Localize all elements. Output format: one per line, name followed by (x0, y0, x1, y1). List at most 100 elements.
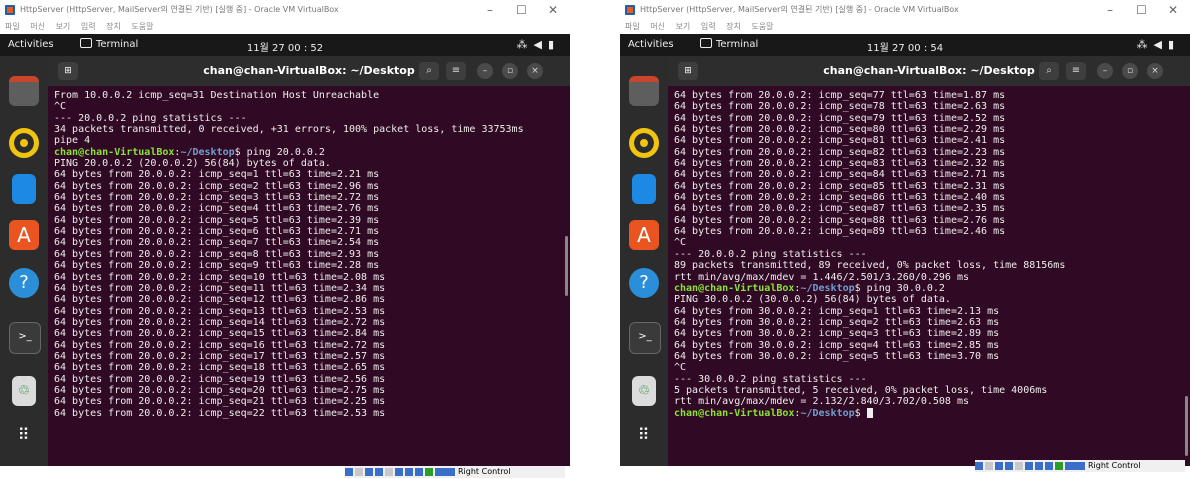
app-center-icon[interactable]: A (629, 220, 659, 250)
app-center-icon[interactable]: A (9, 220, 39, 250)
minimize-button[interactable]: – (1107, 0, 1113, 20)
terminal-line: 64 bytes from 20.0.0.2: icmp_seq=86 ttl=… (674, 192, 1006, 204)
minimize-icon[interactable]: – (1097, 63, 1113, 79)
search-icon[interactable]: ⌕ (419, 62, 439, 80)
close-icon[interactable]: × (1147, 63, 1163, 79)
terminal-line: 64 bytes from 20.0.0.2: icmp_seq=6 ttl=6… (54, 226, 380, 238)
terminal-line: 64 bytes from 20.0.0.2: icmp_seq=22 ttl=… (54, 407, 386, 419)
menu-help[interactable]: 도움말 (751, 22, 773, 31)
clock[interactable]: 11월 27 00 : 54 (620, 39, 1190, 54)
terminal-line: 64 bytes from 20.0.0.2: icmp_seq=13 ttl=… (54, 305, 386, 317)
menu-devices[interactable]: 장치 (726, 22, 741, 31)
trash-icon[interactable]: ♲ (12, 376, 36, 406)
terminal-line: From 10.0.0.2 icmp_seq=31 Destination Ho… (54, 90, 380, 101)
writer-icon[interactable] (12, 174, 36, 204)
terminal-line: 64 bytes from 20.0.0.2: icmp_seq=85 ttl=… (674, 180, 1006, 192)
ubuntu-top-bar: Activities Terminal 11월 27 00 : 54 ⁂◀▮ (620, 34, 1190, 56)
terminal-line: 89 packets transmitted, 89 received, 0% … (674, 260, 1066, 272)
help-icon[interactable]: ? (9, 268, 39, 298)
terminal-line: 64 bytes from 20.0.0.2: icmp_seq=19 ttl=… (54, 373, 386, 385)
terminal-output[interactable]: 64 bytes from 20.0.0.2: icmp_seq=77 ttl=… (674, 90, 1180, 466)
system-tray[interactable]: ⁂◀▮ (1136, 38, 1180, 51)
terminal-line: 64 bytes from 20.0.0.2: icmp_seq=18 ttl=… (54, 362, 386, 374)
terminal-line: PING 30.0.0.2 (30.0.0.2) 56(84) bytes of… (674, 294, 951, 306)
terminal-line: 64 bytes from 20.0.0.2: icmp_seq=4 ttl=6… (54, 203, 380, 215)
terminal-line: 64 bytes from 20.0.0.2: icmp_seq=9 ttl=6… (54, 260, 380, 272)
terminal-line: 64 bytes from 20.0.0.2: icmp_seq=78 ttl=… (674, 101, 1006, 113)
menu-input[interactable]: 입력 (701, 22, 716, 31)
terminal-output[interactable]: From 10.0.0.2 icmp_seq=31 Destination Ho… (54, 90, 560, 466)
rhythmbox-icon[interactable] (9, 128, 39, 158)
host-key-label: Right Control (458, 467, 511, 476)
menu-machine[interactable]: 머신 (30, 22, 45, 31)
maximize-button[interactable]: ☐ (1136, 0, 1147, 20)
virtualbox-window-left: HttpServer (HttpServer, MailServer의 연결된 … (0, 0, 570, 466)
terminal-line: pipe 4 (54, 135, 91, 147)
system-tray[interactable]: ⁂◀▮ (516, 38, 560, 51)
vb-menubar: 파일 머신 보기 입력 장치 도움말 (0, 20, 570, 34)
menu-machine[interactable]: 머신 (650, 22, 665, 31)
terminal-line: 64 bytes from 20.0.0.2: icmp_seq=5 ttl=6… (54, 214, 380, 226)
menu-view[interactable]: 보기 (676, 22, 691, 31)
vb-window-title: HttpServer (HttpServer, MailServer의 연결된 … (640, 5, 959, 14)
terminal-line: 64 bytes from 20.0.0.2: icmp_seq=14 ttl=… (54, 316, 386, 328)
volume-icon: ◀ (533, 38, 548, 51)
menu-help[interactable]: 도움말 (131, 22, 153, 31)
network-icon: ⁂ (516, 38, 534, 51)
vb-status-device-icons[interactable] (345, 467, 455, 476)
terminal-line: 64 bytes from 20.0.0.2: icmp_seq=11 ttl=… (54, 282, 386, 294)
terminal-scrollbar[interactable] (1185, 396, 1188, 456)
terminal-line: 64 bytes from 20.0.0.2: icmp_seq=15 ttl=… (54, 328, 386, 340)
help-icon[interactable]: ? (629, 268, 659, 298)
maximize-icon[interactable]: ▫ (502, 63, 518, 79)
app-grid-icon[interactable]: ⠿ (9, 420, 39, 450)
terminal-line: chan@chan-VirtualBox:~/Desktop$ ping 20.… (54, 147, 560, 158)
menu-file[interactable]: 파일 (625, 22, 640, 31)
terminal-icon[interactable]: >_ (629, 322, 661, 354)
menu-devices[interactable]: 장치 (106, 22, 121, 31)
trash-icon[interactable]: ♲ (632, 376, 656, 406)
close-button[interactable]: ✕ (548, 0, 558, 20)
vb-statusbar-right: Right Control (975, 460, 1185, 472)
menu-input[interactable]: 입력 (81, 22, 96, 31)
terminal-line: 64 bytes from 20.0.0.2: icmp_seq=84 ttl=… (674, 169, 1006, 181)
minimize-button[interactable]: – (487, 0, 493, 20)
terminal-line: 64 bytes from 20.0.0.2: icmp_seq=3 ttl=6… (54, 192, 380, 204)
maximize-icon[interactable]: ▫ (1122, 63, 1138, 79)
terminal-line: 64 bytes from 20.0.0.2: icmp_seq=89 ttl=… (674, 226, 1006, 238)
vb-status-device-icons[interactable] (975, 461, 1085, 470)
writer-icon[interactable] (632, 174, 656, 204)
clock[interactable]: 11월 27 00 : 52 (0, 39, 570, 54)
minimize-icon[interactable]: – (477, 63, 493, 79)
rhythmbox-icon[interactable] (629, 128, 659, 158)
files-icon[interactable] (629, 76, 659, 106)
ubuntu-dock: A ? >_ ♲ ⠿ (620, 56, 668, 466)
menu-icon[interactable]: ≡ (1066, 62, 1086, 80)
close-icon[interactable]: × (527, 63, 543, 79)
terminal-line: 64 bytes from 20.0.0.2: icmp_seq=79 ttl=… (674, 112, 1006, 124)
terminal-line: 64 bytes from 20.0.0.2: icmp_seq=77 ttl=… (674, 90, 1006, 101)
files-icon[interactable] (9, 76, 39, 106)
terminal-line: 64 bytes from 20.0.0.2: icmp_seq=8 ttl=6… (54, 248, 380, 260)
terminal-line: 64 bytes from 20.0.0.2: icmp_seq=21 ttl=… (54, 396, 386, 408)
prompt-user: chan@chan-VirtualBox (674, 282, 795, 294)
close-button[interactable]: ✕ (1168, 0, 1178, 20)
virtualbox-window-right: HttpServer (HttpServer, MailServer의 연결된 … (620, 0, 1190, 466)
terminal-icon[interactable]: >_ (9, 322, 41, 354)
menu-file[interactable]: 파일 (5, 22, 20, 31)
terminal-headerbar: ⊞ chan@chan-VirtualBox: ~/Desktop ⌕ ≡ – … (48, 56, 570, 86)
menu-view[interactable]: 보기 (56, 22, 71, 31)
maximize-button[interactable]: ☐ (516, 0, 527, 20)
app-grid-icon[interactable]: ⠿ (629, 420, 659, 450)
terminal-line: ^C (674, 237, 687, 249)
terminal-scrollbar[interactable] (565, 236, 568, 296)
terminal-window[interactable]: ⊞ chan@chan-VirtualBox: ~/Desktop ⌕ ≡ – … (48, 56, 570, 466)
search-icon[interactable]: ⌕ (1039, 62, 1059, 80)
menu-icon[interactable]: ≡ (446, 62, 466, 80)
terminal-line: 64 bytes from 30.0.0.2: icmp_seq=3 ttl=6… (674, 328, 1000, 340)
terminal-line: 64 bytes from 20.0.0.2: icmp_seq=16 ttl=… (54, 339, 386, 351)
terminal-line: 64 bytes from 30.0.0.2: icmp_seq=2 ttl=6… (674, 316, 1000, 328)
command-text: $ ping 20.0.0.2 (234, 146, 325, 158)
terminal-window[interactable]: ⊞ chan@chan-VirtualBox: ~/Desktop ⌕ ≡ – … (668, 56, 1190, 466)
terminal-line: 64 bytes from 30.0.0.2: icmp_seq=4 ttl=6… (674, 339, 1000, 351)
